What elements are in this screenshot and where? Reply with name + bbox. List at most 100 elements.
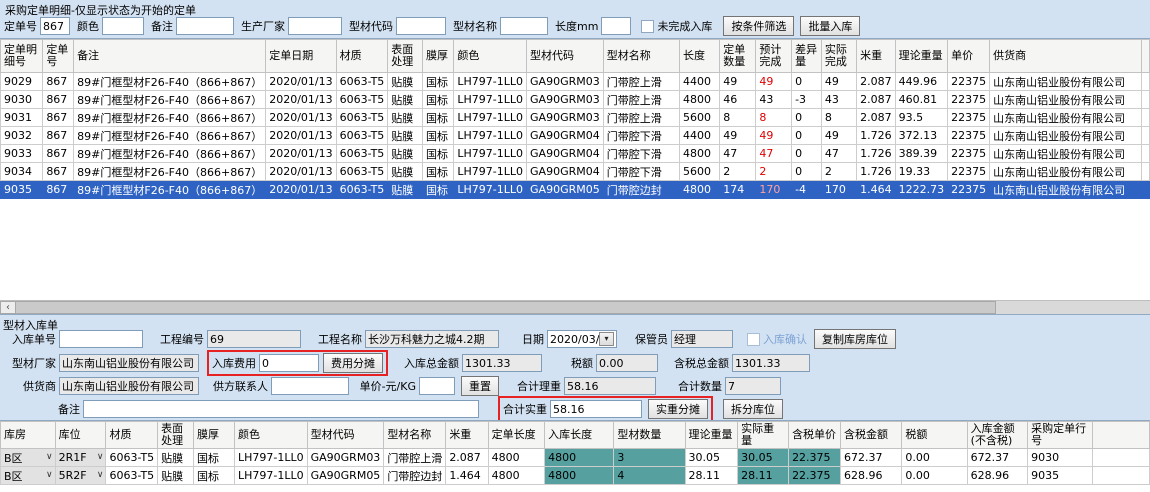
cell[interactable]: 山东南山铝业股份有限公司: [990, 127, 1142, 145]
cell[interactable]: 89#门框型材F26-F40（866+867）: [74, 181, 266, 199]
cell[interactable]: 2.087: [857, 73, 896, 91]
fee-allocate-button[interactable]: 费用分摊: [323, 353, 383, 373]
cell[interactable]: 8: [720, 109, 756, 127]
cell[interactable]: 2020/01/13: [266, 91, 336, 109]
column-header[interactable]: 定单长度: [488, 422, 544, 449]
cell[interactable]: 28.11: [685, 467, 738, 485]
cell[interactable]: 9035: [1028, 467, 1093, 485]
inbound-remark-input[interactable]: [83, 400, 479, 418]
cell[interactable]: 2.087: [857, 91, 896, 109]
cell[interactable]: 国标: [422, 127, 453, 145]
cell[interactable]: 贴膜: [388, 181, 423, 199]
cell[interactable]: 国标: [422, 163, 453, 181]
cell[interactable]: 9030: [1, 91, 43, 109]
cell[interactable]: 2020/01/13: [266, 145, 336, 163]
cell[interactable]: 1.726: [857, 145, 896, 163]
cell[interactable]: 2: [720, 163, 756, 181]
cell[interactable]: 22375: [948, 145, 990, 163]
cell[interactable]: 4800: [488, 467, 544, 485]
cell[interactable]: 9030: [1028, 449, 1093, 467]
cell[interactable]: 6063-T5: [336, 109, 388, 127]
cell[interactable]: 672.37: [840, 449, 901, 467]
cell[interactable]: 89#门框型材F26-F40（866+867）: [74, 127, 266, 145]
column-header[interactable]: 膜厚: [194, 422, 235, 449]
cell[interactable]: 672.37: [967, 449, 1027, 467]
table-row[interactable]: 903586789#门框型材F26-F40（866+867）2020/01/13…: [1, 181, 1150, 199]
unfinished-inbound-checkbox[interactable]: [641, 20, 654, 33]
cell[interactable]: 89#门框型材F26-F40（866+867）: [74, 163, 266, 181]
column-header[interactable]: 备注: [74, 40, 266, 73]
table-row[interactable]: 903286789#门框型材F26-F40（866+867）2020/01/13…: [1, 127, 1150, 145]
cell[interactable]: 贴膜: [388, 73, 423, 91]
cell[interactable]: 49: [756, 127, 792, 145]
column-header[interactable]: 理论重量: [895, 40, 948, 73]
cell[interactable]: 28.11: [738, 467, 789, 485]
cell[interactable]: 贴膜: [158, 449, 194, 467]
tax-input[interactable]: [596, 354, 658, 372]
color-input[interactable]: [102, 17, 144, 35]
cell[interactable]: 867: [43, 73, 74, 91]
cell[interactable]: 89#门框型材F26-F40（866+867）: [74, 73, 266, 91]
column-header[interactable]: 米重: [446, 422, 488, 449]
cell[interactable]: 2020/01/13: [266, 163, 336, 181]
cell[interactable]: 4800: [488, 449, 544, 467]
tax-total-input[interactable]: [732, 354, 810, 372]
keeper-input[interactable]: [671, 330, 733, 348]
column-header[interactable]: 供货商: [990, 40, 1142, 73]
cell[interactable]: 867: [43, 163, 74, 181]
cell[interactable]: LH797-1LL0: [234, 467, 307, 485]
column-header[interactable]: 型材名称: [603, 40, 679, 73]
cell[interactable]: 3: [614, 449, 685, 467]
cell[interactable]: GA90GRM04: [527, 163, 604, 181]
table-row[interactable]: 903386789#门框型材F26-F40（866+867）2020/01/13…: [1, 145, 1150, 163]
order-no-input[interactable]: [40, 17, 70, 35]
cell[interactable]: 1.464: [857, 181, 896, 199]
table-row[interactable]: 903086789#门框型材F26-F40（866+867）2020/01/13…: [1, 91, 1150, 109]
cell[interactable]: 门带腔上滑: [603, 91, 679, 109]
cell[interactable]: 867: [43, 127, 74, 145]
date-input[interactable]: 2020/03/31 ▾: [547, 330, 617, 348]
column-header[interactable]: 型材数量: [614, 422, 685, 449]
dropdown-arrow-icon[interactable]: ∨: [97, 452, 104, 463]
copy-location-button[interactable]: 复制库房库位: [814, 329, 896, 349]
cell[interactable]: GA90GRM03: [307, 449, 384, 467]
cell[interactable]: 4: [614, 467, 685, 485]
cell[interactable]: 门带腔下滑: [603, 127, 679, 145]
cell[interactable]: 门带腔边封: [603, 181, 679, 199]
column-header[interactable]: 采购定单行号: [1028, 422, 1093, 449]
cell[interactable]: 0: [792, 145, 822, 163]
column-header[interactable]: 实际重量: [738, 422, 789, 449]
cell[interactable]: GA90GRM05: [307, 467, 384, 485]
column-header[interactable]: 颜色: [454, 40, 527, 73]
cell[interactable]: 43: [756, 91, 792, 109]
cell[interactable]: 0: [792, 163, 822, 181]
cell[interactable]: 6063-T5: [336, 181, 388, 199]
table-row[interactable]: 902986789#门框型材F26-F40（866+867）2020/01/13…: [1, 73, 1150, 91]
table-row[interactable]: 903486789#门框型材F26-F40（866+867）2020/01/13…: [1, 163, 1150, 181]
cell[interactable]: 460.81: [895, 91, 948, 109]
actual-weight-allocate-button[interactable]: 实重分摊: [648, 399, 708, 419]
cell[interactable]: 2: [756, 163, 792, 181]
cell[interactable]: LH797-1LL0: [454, 127, 527, 145]
filter-by-condition-button[interactable]: 按条件筛选: [723, 16, 794, 36]
cell[interactable]: 628.96: [967, 467, 1027, 485]
column-header[interactable]: 入库金额(不含税): [967, 422, 1027, 449]
table-row[interactable]: B区∨2R1F∨6063-T5贴膜国标LH797-1LL0GA90GRM03门带…: [1, 449, 1150, 467]
cell[interactable]: 89#门框型材F26-F40（866+867）: [74, 91, 266, 109]
cell[interactable]: 0.00: [902, 467, 967, 485]
inbound-total-input[interactable]: [462, 354, 542, 372]
cell[interactable]: 门带腔上滑: [384, 449, 446, 467]
cell[interactable]: 国标: [194, 467, 235, 485]
cell[interactable]: 2020/01/13: [266, 181, 336, 199]
cell[interactable]: 贴膜: [388, 127, 423, 145]
column-header[interactable]: 理论重量: [685, 422, 738, 449]
cell[interactable]: 22375: [948, 109, 990, 127]
cell[interactable]: 22375: [948, 73, 990, 91]
cell[interactable]: GA90GRM03: [527, 73, 604, 91]
cell[interactable]: 6063-T5: [336, 91, 388, 109]
cell[interactable]: 4800: [545, 467, 614, 485]
total-theory-weight-input[interactable]: [564, 377, 656, 395]
column-header[interactable]: 米重: [857, 40, 896, 73]
column-header[interactable]: 型材名称: [384, 422, 446, 449]
column-header[interactable]: 定单日期: [266, 40, 336, 73]
